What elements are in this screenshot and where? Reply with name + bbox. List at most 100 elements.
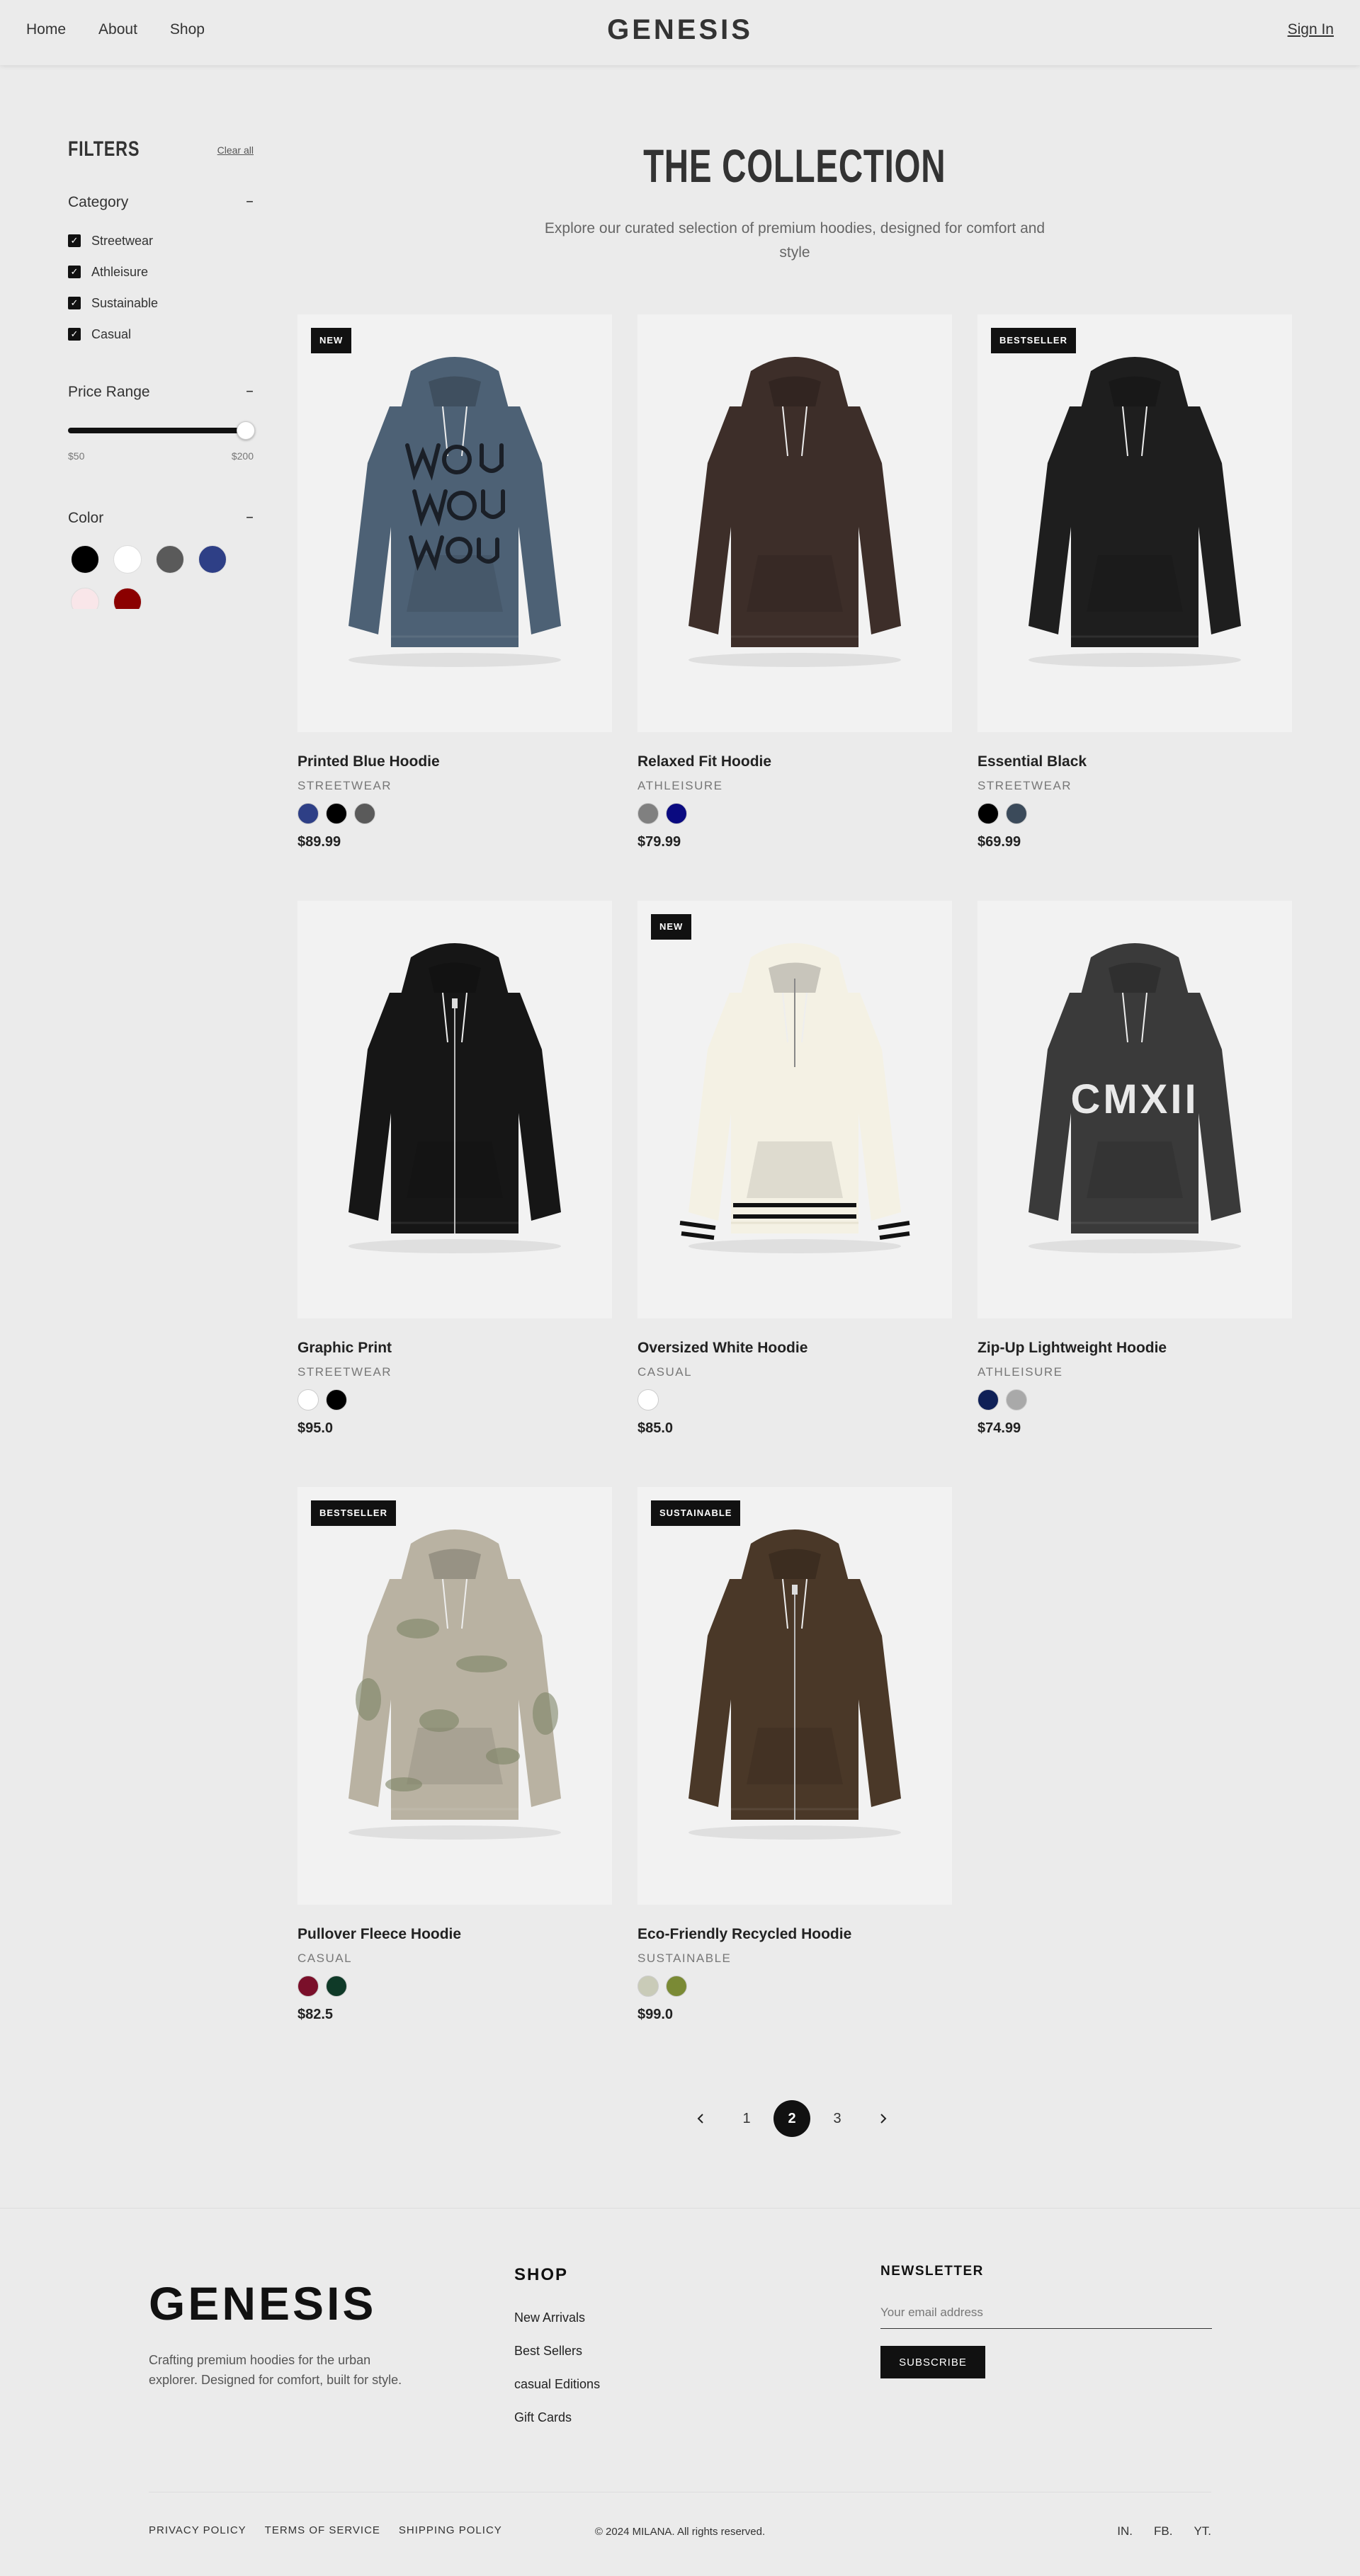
product-card[interactable]: CMXII Zip-Up Lightweight Hoodie ATHLEISURE… [978,901,1292,1437]
category-option-athleisure[interactable]: ✓ Athleisure [68,256,254,287]
product-image[interactable]: SUSTAINABLE [638,1487,952,1905]
price-range-slider[interactable] [68,421,255,440]
color-swatch-3[interactable] [156,545,184,574]
sign-in-link[interactable]: Sign In [1288,21,1334,38]
category-option-sustainable[interactable]: ✓ Sustainable [68,287,254,319]
color-swatch-2[interactable] [113,545,142,574]
product-color-swatch[interactable] [326,803,347,824]
product-card[interactable]: Relaxed Fit Hoodie ATHLEISURE $79.99 [638,314,952,850]
product-color-swatch[interactable] [666,1976,687,1997]
hoodie-illustration[interactable]: CMXII [978,901,1292,1318]
product-card[interactable]: Graphic Print STREETWEAR $95.0 [298,901,612,1437]
hoodie-illustration[interactable] [298,901,612,1318]
pagination-next-button[interactable] [864,2100,901,2137]
product-card[interactable]: SUSTAINABLE Eco-Friendly Recycled Hoodie S… [638,1487,952,2023]
product-name[interactable]: Oversized White Hoodie [638,1340,952,1357]
checkbox-checked-icon[interactable]: ✓ [68,297,81,309]
color-filter-header[interactable]: Color – [68,508,254,530]
product-image[interactable] [298,901,612,1318]
product-name[interactable]: Eco-Friendly Recycled Hoodie [638,1926,952,1943]
front-pocket [407,555,503,612]
product-color-swatch[interactable] [326,1976,347,1997]
product-image[interactable]: BESTSELLER [978,314,1292,732]
price-min-label: $50 [68,450,85,462]
filters-header: FILTERS Clear all [68,136,254,164]
footer-link-new-arrivals[interactable]: New Arrivals [514,2310,600,2344]
color-swatch-5[interactable] [71,588,99,609]
pagination-page-3[interactable]: 3 [819,2100,856,2137]
footer-shop-title: SHOP [514,2265,569,2284]
product-image[interactable]: CMXII [978,901,1292,1318]
color-filter: Color – [68,508,254,609]
product-image[interactable]: NEW [638,901,952,1318]
product-color-swatch[interactable] [638,1976,659,1997]
product-image[interactable] [638,314,952,732]
product-category: CASUAL [638,1365,693,1379]
hoodie-illustration[interactable] [638,1487,952,1905]
product-color-swatch[interactable] [638,1389,659,1410]
product-color-swatch[interactable] [298,1976,319,1997]
collapse-icon[interactable]: – [246,382,254,400]
product-image[interactable]: NEW [298,314,612,732]
slider-thumb[interactable] [237,421,255,440]
product-color-swatch[interactable] [298,1389,319,1410]
product-name[interactable]: Pullover Fleece Hoodie [298,1926,612,1943]
product-name[interactable]: Zip-Up Lightweight Hoodie [978,1340,1292,1357]
front-pocket [1087,1141,1183,1198]
footer-link-casual-editions[interactable]: casual Editions [514,2377,600,2410]
product-color-swatch[interactable] [298,803,319,824]
product-card[interactable]: NEW Printed Blue Hoodie STREETWEAR $89.99 [298,314,612,850]
footer-link-gift-cards[interactable]: Gift Cards [514,2410,600,2444]
slider-track[interactable] [68,428,254,433]
product-color-swatch[interactable] [978,1389,999,1410]
pagination-page-2-active[interactable]: 2 [774,2100,810,2137]
product-color-swatch[interactable] [1006,803,1027,824]
product-name[interactable]: Printed Blue Hoodie [298,753,612,770]
collapse-icon[interactable]: – [246,193,254,210]
product-name[interactable]: Graphic Print [298,1340,612,1357]
category-option-streetwear[interactable]: ✓ Streetwear [68,225,254,256]
newsletter-email-input[interactable] [880,2296,1212,2329]
product-color-swatch[interactable] [354,803,375,824]
subscribe-button[interactable]: SUBSCRIBE [880,2346,985,2378]
footer-brand-logo[interactable]: GENESIS [149,2276,376,2330]
brand-logo[interactable]: GENESIS [0,14,1360,46]
hoodie-illustration[interactable] [638,314,952,732]
hoodie-illustration[interactable] [638,901,952,1318]
category-option-casual[interactable]: ✓ Casual [68,319,254,350]
facebook-link[interactable]: FB. [1154,2524,1172,2538]
product-color-swatch[interactable] [666,803,687,824]
product-name[interactable]: Essential Black [978,753,1292,770]
category-filter-header[interactable]: Category – [68,193,254,214]
price-filter-header[interactable]: Price Range – [68,382,254,404]
checkbox-checked-icon[interactable]: ✓ [68,234,81,247]
product-color-swatch[interactable] [326,1389,347,1410]
product-color-options [638,1389,952,1410]
product-badge: BESTSELLER [991,328,1076,353]
product-name[interactable]: Relaxed Fit Hoodie [638,753,952,770]
color-swatch-1[interactable] [71,545,99,574]
footer-link-best-sellers[interactable]: Best Sellers [514,2344,600,2377]
shadow [348,1825,561,1840]
youtube-link[interactable]: YT. [1194,2524,1211,2538]
clear-all-link[interactable]: Clear all [217,144,254,156]
pagination-page-1[interactable]: 1 [728,2100,765,2137]
product-color-options [638,1976,952,1997]
checkbox-checked-icon[interactable]: ✓ [68,328,81,341]
product-color-swatch[interactable] [638,803,659,824]
collapse-icon[interactable]: – [246,508,254,526]
color-swatch-4[interactable] [198,545,227,574]
product-color-swatch[interactable] [1006,1389,1027,1410]
pagination-prev-button[interactable] [683,2100,720,2137]
product-card[interactable]: BESTSELLER Pullover Fleece Hoodie CASUAL $8… [298,1487,612,2023]
product-card[interactable]: BESTSELLER Essential Black STREETWEAR $69.9… [978,314,1292,850]
checkbox-checked-icon[interactable]: ✓ [68,266,81,278]
hoodie-illustration[interactable] [298,314,612,732]
color-swatch-6[interactable] [113,588,142,609]
product-color-swatch[interactable] [978,803,999,824]
hoodie-illustration[interactable] [978,314,1292,732]
product-image[interactable]: BESTSELLER [298,1487,612,1905]
instagram-link[interactable]: IN. [1117,2524,1133,2538]
product-card[interactable]: NEW Oversized White Hoodie CASUAL $85.0 [638,901,952,1437]
hoodie-illustration[interactable] [298,1487,612,1905]
